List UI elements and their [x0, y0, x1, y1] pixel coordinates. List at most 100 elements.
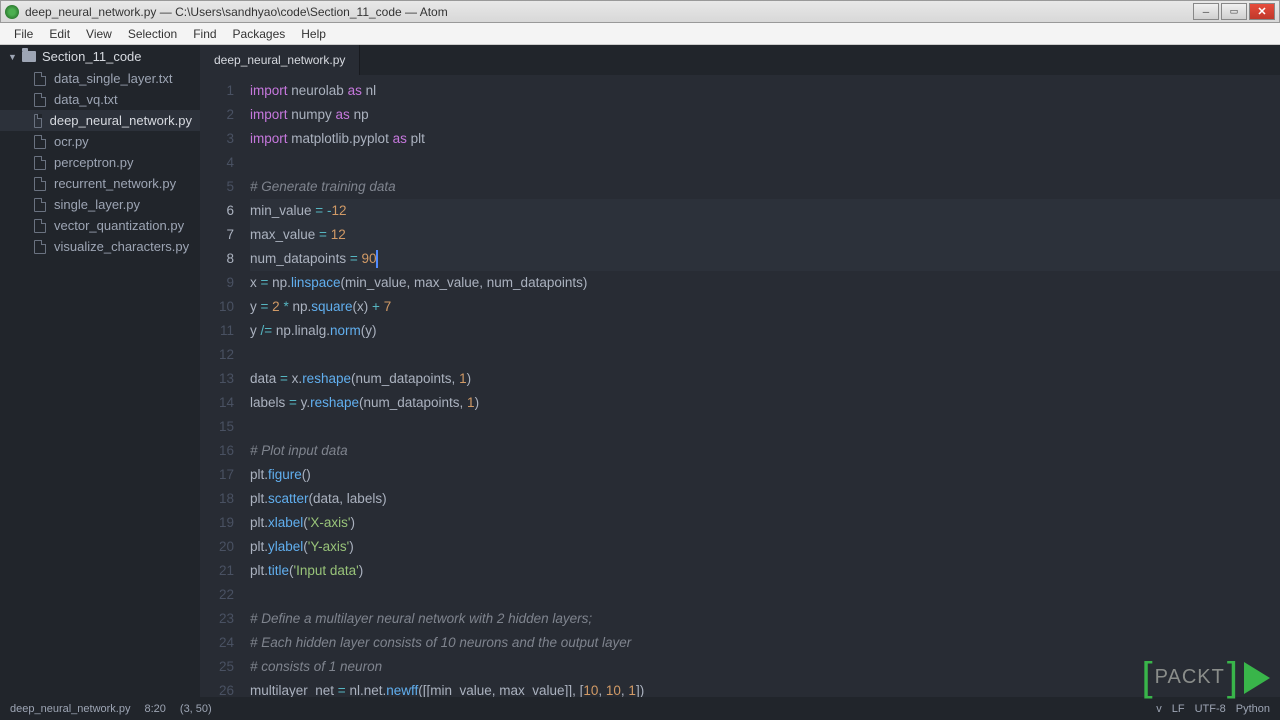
- file-tree-sidebar: ▼ Section_11_code data_single_layer.txtd…: [0, 45, 200, 697]
- file-item[interactable]: visualize_characters.py: [0, 236, 200, 257]
- packt-watermark: [PACKT]: [1142, 655, 1270, 700]
- menu-packages[interactable]: Packages: [225, 25, 294, 43]
- code-line[interactable]: plt.figure(): [250, 463, 1280, 487]
- code-line[interactable]: x = np.linspace(min_value, max_value, nu…: [250, 271, 1280, 295]
- file-item[interactable]: data_vq.txt: [0, 89, 200, 110]
- file-icon: [34, 240, 46, 254]
- file-icon: [34, 177, 46, 191]
- atom-app-icon: [5, 5, 19, 19]
- code-line[interactable]: data = x.reshape(num_datapoints, 1): [250, 367, 1280, 391]
- code-line[interactable]: plt.xlabel('X-axis'): [250, 511, 1280, 535]
- file-item[interactable]: ocr.py: [0, 131, 200, 152]
- code-line[interactable]: import matplotlib.pyplot as plt: [250, 127, 1280, 151]
- status-bar: deep_neural_network.py 8:20 (3, 50) v LF U…: [0, 697, 1280, 720]
- file-icon: [34, 72, 46, 86]
- line-number: 6: [200, 199, 234, 223]
- line-number: 21: [200, 559, 234, 583]
- line-number: 4: [200, 151, 234, 175]
- status-filename[interactable]: deep_neural_network.py: [10, 703, 130, 715]
- menu-bar: FileEditViewSelectionFindPackagesHelp: [0, 23, 1280, 45]
- window-titlebar: deep_neural_network.py — C:\Users\sandhy…: [0, 0, 1280, 23]
- code-line[interactable]: y = 2 * np.square(x) + 7: [250, 295, 1280, 319]
- editor-tab[interactable]: deep_neural_network.py: [200, 45, 360, 75]
- code-line[interactable]: min_value = -12: [250, 199, 1280, 223]
- menu-help[interactable]: Help: [293, 25, 334, 43]
- file-label: ocr.py: [54, 134, 89, 149]
- chevron-down-icon: ▼: [8, 52, 18, 62]
- line-number: 1: [200, 79, 234, 103]
- menu-edit[interactable]: Edit: [41, 25, 78, 43]
- code-line[interactable]: import neurolab as nl: [250, 79, 1280, 103]
- code-line[interactable]: plt.title('Input data'): [250, 559, 1280, 583]
- line-number: 13: [200, 367, 234, 391]
- tab-bar: deep_neural_network.py: [200, 45, 1280, 75]
- folder-label: Section_11_code: [42, 49, 142, 64]
- status-indicator[interactable]: v: [1156, 703, 1162, 715]
- line-number: 2: [200, 103, 234, 127]
- code-line[interactable]: # Generate training data: [250, 175, 1280, 199]
- code-line[interactable]: multilayer_net = nl.net.newff([[min_valu…: [250, 679, 1280, 697]
- file-label: vector_quantization.py: [54, 218, 184, 233]
- code-line[interactable]: [250, 583, 1280, 607]
- code-line[interactable]: # Plot input data: [250, 439, 1280, 463]
- file-item[interactable]: perceptron.py: [0, 152, 200, 173]
- line-number: 17: [200, 463, 234, 487]
- line-number: 7: [200, 223, 234, 247]
- status-indicator[interactable]: Python: [1236, 703, 1270, 715]
- code-line[interactable]: # Each hidden layer consists of 10 neuro…: [250, 631, 1280, 655]
- file-item[interactable]: single_layer.py: [0, 194, 200, 215]
- maximize-button[interactable]: ▭: [1221, 3, 1247, 20]
- code-line[interactable]: y /= np.linalg.norm(y): [250, 319, 1280, 343]
- code-line[interactable]: # consists of 1 neuron: [250, 655, 1280, 679]
- file-label: data_single_layer.txt: [54, 71, 173, 86]
- tab-label: deep_neural_network.py: [214, 53, 345, 67]
- code-line[interactable]: num_datapoints = 90: [250, 247, 1280, 271]
- status-indicator[interactable]: UTF-8: [1195, 703, 1226, 715]
- line-number: 25: [200, 655, 234, 679]
- line-number: 3: [200, 127, 234, 151]
- line-number: 23: [200, 607, 234, 631]
- file-label: data_vq.txt: [54, 92, 118, 107]
- line-number-gutter: 1234567891011121314151617181920212223242…: [200, 75, 244, 697]
- menu-selection[interactable]: Selection: [120, 25, 185, 43]
- status-cursor-position[interactable]: 8:20: [144, 703, 165, 715]
- play-icon: [1244, 662, 1270, 694]
- code-line[interactable]: # Define a multilayer neural network wit…: [250, 607, 1280, 631]
- line-number: 24: [200, 631, 234, 655]
- line-number: 12: [200, 343, 234, 367]
- file-item[interactable]: deep_neural_network.py: [0, 110, 200, 131]
- file-label: perceptron.py: [54, 155, 134, 170]
- code-line[interactable]: [250, 343, 1280, 367]
- code-content[interactable]: import neurolab as nlimport numpy as npi…: [244, 75, 1280, 697]
- file-icon: [34, 93, 46, 107]
- file-icon: [34, 219, 46, 233]
- file-item[interactable]: data_single_layer.txt: [0, 68, 200, 89]
- line-number: 9: [200, 271, 234, 295]
- line-number: 26: [200, 679, 234, 697]
- code-line[interactable]: plt.scatter(data, labels): [250, 487, 1280, 511]
- file-item[interactable]: vector_quantization.py: [0, 215, 200, 236]
- line-number: 8: [200, 247, 234, 271]
- file-item[interactable]: recurrent_network.py: [0, 173, 200, 194]
- code-line[interactable]: plt.ylabel('Y-axis'): [250, 535, 1280, 559]
- line-number: 11: [200, 319, 234, 343]
- line-number: 10: [200, 295, 234, 319]
- file-label: recurrent_network.py: [54, 176, 176, 191]
- code-line[interactable]: max_value = 12: [250, 223, 1280, 247]
- root-folder[interactable]: ▼ Section_11_code: [0, 45, 200, 68]
- code-editor[interactable]: 1234567891011121314151617181920212223242…: [200, 75, 1280, 697]
- menu-view[interactable]: View: [78, 25, 120, 43]
- close-button[interactable]: ✕: [1249, 3, 1275, 20]
- status-selection: (3, 50): [180, 703, 212, 715]
- window-title: deep_neural_network.py — C:\Users\sandhy…: [25, 5, 1193, 19]
- status-indicator[interactable]: LF: [1172, 703, 1185, 715]
- line-number: 19: [200, 511, 234, 535]
- code-line[interactable]: [250, 415, 1280, 439]
- menu-file[interactable]: File: [6, 25, 41, 43]
- code-line[interactable]: labels = y.reshape(num_datapoints, 1): [250, 391, 1280, 415]
- line-number: 5: [200, 175, 234, 199]
- minimize-button[interactable]: ─: [1193, 3, 1219, 20]
- code-line[interactable]: import numpy as np: [250, 103, 1280, 127]
- menu-find[interactable]: Find: [185, 25, 224, 43]
- code-line[interactable]: [250, 151, 1280, 175]
